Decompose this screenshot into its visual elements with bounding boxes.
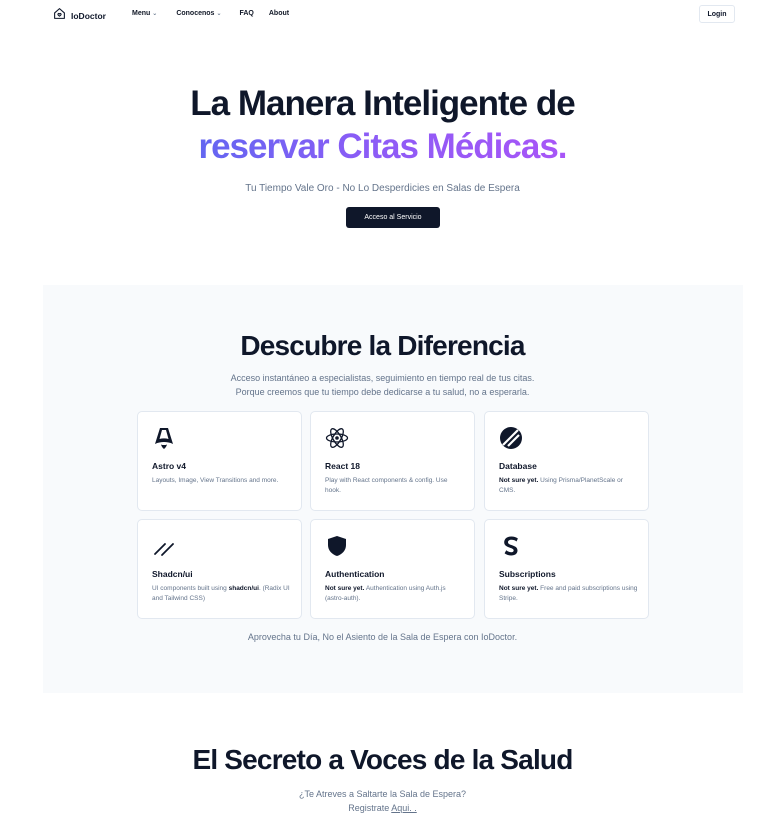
feature-card-subscriptions: Subscriptions Not sure yet. Free and pai… <box>484 519 649 619</box>
card-description: Layouts, Image, View Transitions and mor… <box>152 477 279 484</box>
features-subtitle: Acceso instantáneo a especialistas, segu… <box>0 371 765 399</box>
card-description: Play with React components & config. Use… <box>325 477 448 494</box>
card-description: UI components built using shadcn/ui. (Ra… <box>152 584 292 603</box>
features-subtitle-line2: Porque creemos que tu tiempo debe dedica… <box>235 387 530 397</box>
stripe-icon <box>499 534 523 558</box>
card-description-bold: Not sure yet. <box>499 585 539 592</box>
features-title: Descubre la Diferencia <box>240 330 525 361</box>
register-prefix: Registrate <box>348 803 392 813</box>
feature-card-database: Database Not sure yet. Using Prisma/Plan… <box>484 411 649 511</box>
access-service-button[interactable]: Acceso al Servicio <box>346 207 440 228</box>
card-description: Not sure yet. Free and paid subscription… <box>499 584 639 603</box>
home-heart-icon <box>53 7 66 25</box>
main-nav: Menu ⌄ Conocenos ⌄ FAQ About <box>132 10 289 17</box>
feature-card-react: React 18 Play with React components & co… <box>310 411 475 511</box>
feature-card-astro: Astro v4 Layouts, Image, View Transition… <box>137 411 302 511</box>
secret-question: ¿Te Atreves a Saltarte la Sala de Espera… <box>298 789 467 799</box>
nav-about-label: About <box>268 10 290 17</box>
nav-conocenos-label: Conocenos <box>176 10 215 17</box>
nav-conocenos[interactable]: Conocenos ⌄ <box>176 10 221 17</box>
login-button[interactable]: Login <box>699 5 735 23</box>
card-description: Not sure yet. Authentication using Auth.… <box>325 584 465 603</box>
features-footer-text: Aprovecha tu Día, No el Asiento de la Sa… <box>247 632 518 642</box>
card-description-bold: Not sure yet. <box>325 585 365 592</box>
nav-faq[interactable]: FAQ <box>239 10 253 17</box>
card-title: React 18 <box>325 461 360 471</box>
top-nav-bar: IoDoctor Menu ⌄ Conocenos ⌄ FAQ About Lo… <box>0 0 765 30</box>
card-title: Subscriptions <box>499 569 556 579</box>
features-subtitle-line1: Acceso instantáneo a especialistas, segu… <box>230 373 535 383</box>
chevron-down-icon: ⌄ <box>216 11 222 17</box>
feature-card-authentication: Authentication Not sure yet. Authenticat… <box>310 519 475 619</box>
nav-faq-label: FAQ <box>239 10 254 17</box>
hero-title-line2: reservar Citas Médicas. <box>0 127 765 167</box>
nav-menu[interactable]: Menu ⌄ <box>132 10 157 17</box>
card-title: Database <box>499 461 537 471</box>
shadcn-icon <box>152 534 176 558</box>
hero-subtitle: Tu Tiempo Vale Oro - No Lo Desperdicies … <box>245 183 520 194</box>
nav-about[interactable]: About <box>269 10 289 17</box>
card-title: Authentication <box>325 569 385 579</box>
secret-section-title: El Secreto a Voces de la Salud <box>192 744 573 775</box>
feature-card-shadcn: Shadcn/ui UI components built using shad… <box>137 519 302 619</box>
brand-name: IoDoctor <box>71 11 106 21</box>
shield-icon <box>325 534 349 558</box>
card-description-bold: Not sure yet. <box>499 477 539 484</box>
card-title: Astro v4 <box>152 461 187 471</box>
card-description-bold: shadcn/ui <box>228 585 259 592</box>
hero-title-gradient-text: reservar Citas Médicas. <box>198 127 567 166</box>
card-description-prefix: UI components built using <box>152 585 229 592</box>
database-icon <box>499 426 523 450</box>
react-icon <box>325 426 349 450</box>
card-description: Not sure yet. Using Prisma/PlanetScale o… <box>499 476 639 495</box>
chevron-down-icon: ⌄ <box>152 11 158 17</box>
register-line: Registrate Aqui. . <box>0 803 765 813</box>
register-link[interactable]: Aqui. . <box>391 803 417 813</box>
hero-title-line1: La Manera Inteligente de <box>190 84 575 123</box>
nav-menu-label: Menu <box>132 10 151 17</box>
card-title: Shadcn/ui <box>152 569 193 579</box>
astro-icon <box>152 426 176 450</box>
brand-logo-link[interactable]: IoDoctor <box>53 7 106 25</box>
